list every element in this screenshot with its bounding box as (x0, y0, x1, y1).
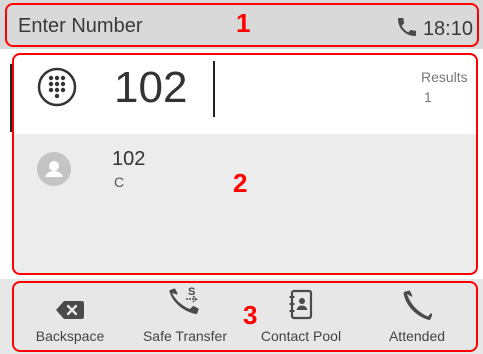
callout-number-1: 1 (236, 8, 251, 38)
callout-box-main-area (12, 53, 478, 275)
callout-number-2: 2 (233, 168, 248, 198)
callout-number-3: 3 (243, 300, 258, 330)
